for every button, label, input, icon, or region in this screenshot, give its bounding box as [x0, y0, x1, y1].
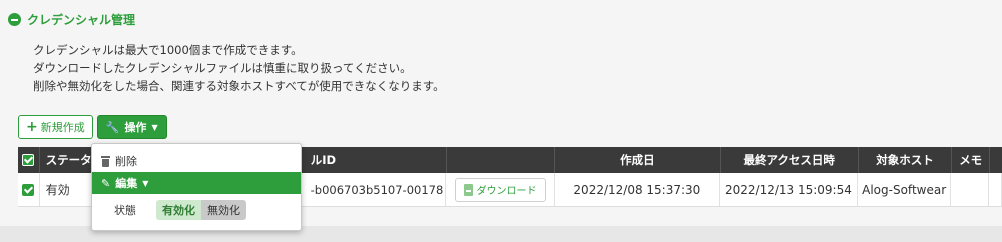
header-download	[447, 147, 556, 173]
section-header[interactable]: クレデンシャル管理	[8, 11, 135, 28]
header-memo[interactable]: メモ	[952, 147, 990, 173]
toggle-disable[interactable]: 無効化	[201, 200, 246, 220]
select-all-checkbox[interactable]	[18, 147, 40, 173]
menu-item-status: 状態 有効化 無効化	[92, 194, 301, 226]
description-line: 削除や無効化をした場合、関連する対象ホストすべてが使用できなくなります。	[33, 79, 445, 93]
wrench-icon: 🔧	[105, 120, 120, 134]
plus-icon: +	[26, 119, 38, 135]
description-line: ダウンロードしたクレデンシャルファイルは慎重に取り扱ってください。	[33, 61, 412, 75]
row-download-cell: ダウンロード	[446, 173, 555, 206]
description: クレデンシャルは最大で1000個まで作成できます。 ダウンロードしたクレデンシャ…	[33, 41, 445, 95]
menu-item-edit-label: 編集	[115, 177, 138, 190]
menu-item-delete[interactable]: 削除	[92, 150, 301, 172]
toggle-enable[interactable]: 有効化	[156, 200, 201, 220]
row-created: 2022/12/08 15:37:30	[555, 173, 721, 206]
row-memo	[951, 173, 989, 206]
row-filler	[989, 173, 1002, 206]
description-line: クレデンシャルは最大で1000個まで作成できます。	[33, 43, 303, 57]
trash-icon	[101, 155, 110, 167]
status-toggle[interactable]: 有効化 無効化	[156, 200, 246, 220]
download-file-icon	[463, 183, 473, 196]
status-label: 状態	[114, 204, 136, 217]
row-checkbox[interactable]	[18, 173, 40, 206]
section-title: クレデンシャル管理	[27, 13, 136, 27]
download-button[interactable]: ダウンロード	[454, 177, 546, 202]
row-host: Alog-Softwear	[858, 173, 952, 206]
header-created[interactable]: 作成日	[555, 147, 721, 173]
row-last-access: 2022/12/13 15:09:54	[720, 173, 858, 206]
menu-item-delete-label: 削除	[115, 155, 137, 168]
checkbox-icon	[22, 183, 35, 196]
new-button-label: 新規作成	[40, 121, 85, 134]
operations-button-label: 操作	[124, 121, 147, 134]
operations-dropdown-menu: 削除 ✎ 編集 ▼ 状態 有効化 無効化	[91, 143, 302, 231]
collapse-icon[interactable]	[8, 13, 21, 26]
download-button-label: ダウンロード	[476, 186, 537, 197]
header-host[interactable]: 対象ホスト	[859, 147, 953, 173]
toolbar: + 新規作成 🔧 操作 ▼	[18, 115, 167, 139]
checkbox-icon	[22, 154, 35, 166]
caret-down-icon: ▼	[142, 178, 149, 188]
new-button[interactable]: + 新規作成	[18, 115, 93, 139]
menu-item-edit[interactable]: ✎ 編集 ▼	[92, 172, 301, 194]
header-last-access[interactable]: 最終アクセス日時	[721, 147, 859, 173]
pencil-icon: ✎	[101, 176, 111, 190]
header-filler	[990, 147, 1002, 173]
operations-button[interactable]: 🔧 操作 ▼	[96, 115, 167, 139]
caret-down-icon: ▼	[151, 122, 158, 132]
